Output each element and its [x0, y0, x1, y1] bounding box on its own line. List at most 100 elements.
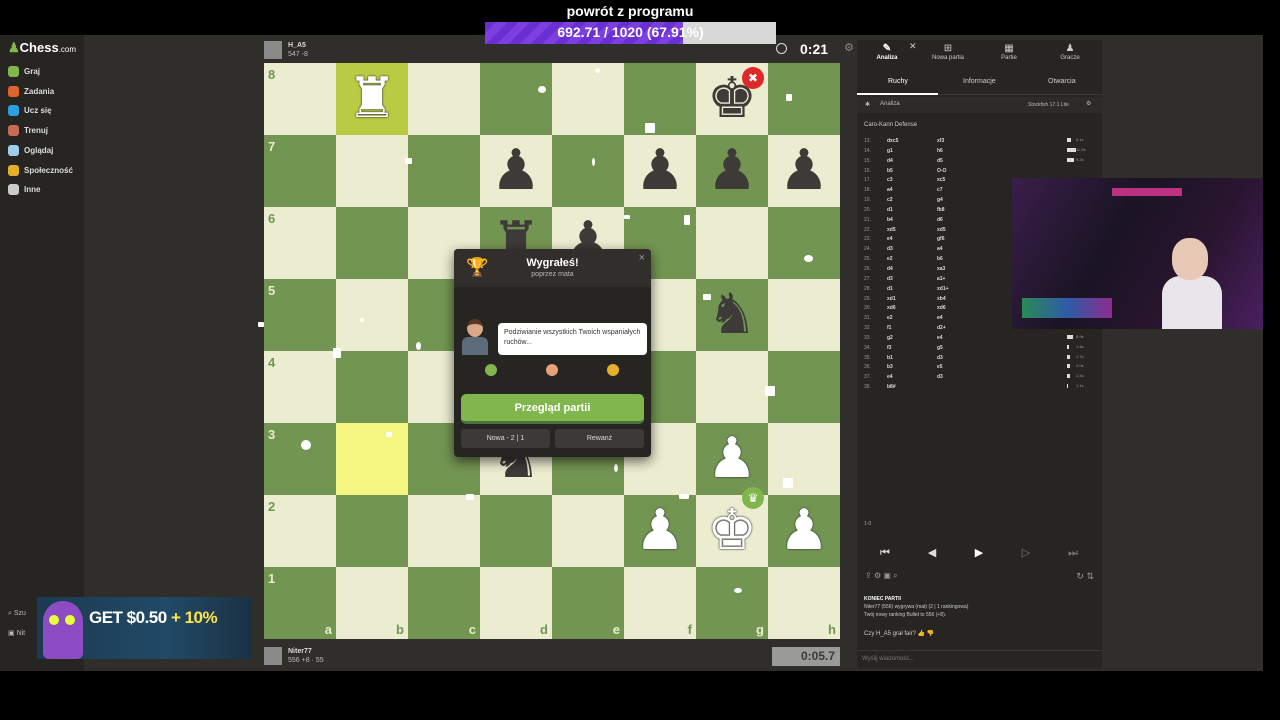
- play-button[interactable]: ▶: [959, 543, 999, 563]
- square-b2[interactable]: [336, 495, 408, 567]
- black-move[interactable]: xc5: [937, 177, 945, 183]
- square-e8[interactable]: [552, 63, 624, 135]
- white-move[interactable]: b4: [887, 217, 893, 223]
- square-b3[interactable]: [336, 423, 408, 495]
- black-move[interactable]: d3: [937, 355, 943, 361]
- black-move[interactable]: xd1+: [937, 286, 949, 292]
- first-move-button[interactable]: ⏮: [865, 543, 905, 563]
- square-g3[interactable]: ♟: [696, 423, 768, 495]
- square-h6[interactable]: [768, 207, 840, 279]
- white-move[interactable]: d4: [887, 158, 893, 164]
- nav-item-6[interactable]: Inne: [8, 184, 40, 196]
- square-a1[interactable]: 1a: [264, 567, 336, 639]
- panel-close-icon[interactable]: ✕: [909, 41, 917, 52]
- square-f2[interactable]: ♟: [624, 495, 696, 567]
- move-row[interactable]: 14. g1 h6 11.2s: [857, 147, 1102, 157]
- move-row[interactable]: 38. b8# 1.1s: [857, 383, 1102, 393]
- screen-icon[interactable]: ▣: [883, 571, 891, 580]
- white-move[interactable]: f3: [887, 345, 891, 351]
- square-g7[interactable]: ♟: [696, 135, 768, 207]
- square-c1[interactable]: c: [408, 567, 480, 639]
- new-game-button[interactable]: Nowa - 2 | 1: [461, 429, 550, 448]
- move-row[interactable]: 35. b1 d3 1.7s: [857, 354, 1102, 364]
- settings-icon[interactable]: ⚙: [874, 571, 881, 580]
- white-move[interactable]: c3: [887, 177, 893, 183]
- subtab-info[interactable]: Informacje: [963, 78, 996, 85]
- black-move[interactable]: O-O: [937, 168, 946, 174]
- flip-icon[interactable]: ⇅: [1086, 571, 1094, 581]
- piece-b8[interactable]: ♜: [336, 63, 408, 135]
- black-move[interactable]: c7: [937, 187, 943, 193]
- nav-item-1[interactable]: Zadania: [8, 85, 54, 97]
- move-row[interactable]: 34. f3 g5 1.4s: [857, 344, 1102, 354]
- square-c2[interactable]: [408, 495, 480, 567]
- black-move[interactable]: g4: [937, 197, 943, 203]
- thumbs-up-icon[interactable]: 👍: [918, 631, 925, 637]
- subtab-moves[interactable]: Ruchy: [888, 78, 908, 85]
- square-h8[interactable]: [768, 63, 840, 135]
- square-d1[interactable]: d: [480, 567, 552, 639]
- black-move[interactable]: a4: [937, 246, 943, 252]
- white-move[interactable]: f1: [887, 325, 891, 331]
- square-c7[interactable]: [408, 135, 480, 207]
- piece-f2[interactable]: ♟: [624, 495, 696, 567]
- square-g6[interactable]: [696, 207, 768, 279]
- board-settings-icon[interactable]: ⚙: [844, 41, 854, 54]
- square-a7[interactable]: 7: [264, 135, 336, 207]
- square-a2[interactable]: 2: [264, 495, 336, 567]
- square-g2[interactable]: ♚ ♛: [696, 487, 768, 567]
- black-move[interactable]: xd5: [937, 227, 946, 233]
- white-move[interactable]: xd6: [887, 305, 896, 311]
- square-e1[interactable]: e: [552, 567, 624, 639]
- subtab-openings[interactable]: Otwarcia: [1048, 78, 1076, 85]
- piece-d7[interactable]: ♟: [480, 135, 552, 207]
- piece-g7[interactable]: ♟: [696, 135, 768, 207]
- square-b8[interactable]: ♜: [336, 63, 408, 135]
- move-row[interactable]: 33. g2 e4 8.9s: [857, 334, 1102, 344]
- nav-item-2[interactable]: Ucz się: [8, 105, 52, 117]
- square-f7[interactable]: ♟: [624, 135, 696, 207]
- square-e2[interactable]: [552, 495, 624, 567]
- square-c8[interactable]: [408, 63, 480, 135]
- chat-input[interactable]: Wyślij wiadomość...: [857, 650, 1102, 668]
- nav-item-4[interactable]: Oglądaj: [8, 144, 53, 156]
- black-move[interactable]: fb8: [937, 207, 945, 213]
- white-move[interactable]: xd1: [887, 296, 896, 302]
- white-move[interactable]: xd5: [887, 227, 896, 233]
- rematch-button[interactable]: Rewanż: [555, 429, 644, 448]
- square-g5[interactable]: ♞: [696, 279, 768, 351]
- white-move[interactable]: e2: [887, 315, 893, 321]
- white-move[interactable]: d1: [887, 207, 893, 213]
- white-move[interactable]: a4: [887, 187, 893, 193]
- black-move[interactable]: xb4: [937, 296, 946, 302]
- piece-g5[interactable]: ♞: [696, 279, 768, 351]
- promo-banner[interactable]: GET $0.50 + 10%: [37, 597, 252, 659]
- square-h4[interactable]: [768, 351, 840, 423]
- move-row[interactable]: 16. b5 O-O: [857, 167, 1102, 177]
- black-move[interactable]: a1+: [937, 276, 945, 282]
- black-move[interactable]: xd6: [937, 305, 946, 311]
- black-move[interactable]: d5: [937, 158, 943, 164]
- square-a4[interactable]: 4: [264, 351, 336, 423]
- piece-f7[interactable]: ♟: [624, 135, 696, 207]
- square-d2[interactable]: [480, 495, 552, 567]
- nav-item-5[interactable]: Społeczność: [8, 164, 73, 176]
- black-move[interactable]: b6: [937, 256, 943, 262]
- square-a5[interactable]: 5: [264, 279, 336, 351]
- square-h1[interactable]: h: [768, 567, 840, 639]
- square-b5[interactable]: [336, 279, 408, 351]
- zoom-icon[interactable]: ⌕: [893, 571, 897, 580]
- white-move[interactable]: d3: [887, 276, 893, 282]
- square-f8[interactable]: [624, 63, 696, 135]
- black-move[interactable]: gf6: [937, 236, 945, 242]
- engine-settings-icon[interactable]: ⚙: [1086, 100, 1091, 107]
- move-row[interactable]: 15. d4 d5 9.2s: [857, 157, 1102, 167]
- game-review-button[interactable]: Przegląd partii: [461, 394, 644, 424]
- search-link[interactable]: ⌕ Szu: [8, 610, 26, 618]
- black-move[interactable]: e4: [937, 315, 943, 321]
- share-icon[interactable]: ⇪: [865, 571, 872, 580]
- square-a6[interactable]: 6: [264, 207, 336, 279]
- panel-tab-2[interactable]: ▦ Partie: [979, 43, 1039, 61]
- square-g8[interactable]: ♚ ✖: [696, 63, 768, 135]
- white-move[interactable]: g2: [887, 335, 893, 341]
